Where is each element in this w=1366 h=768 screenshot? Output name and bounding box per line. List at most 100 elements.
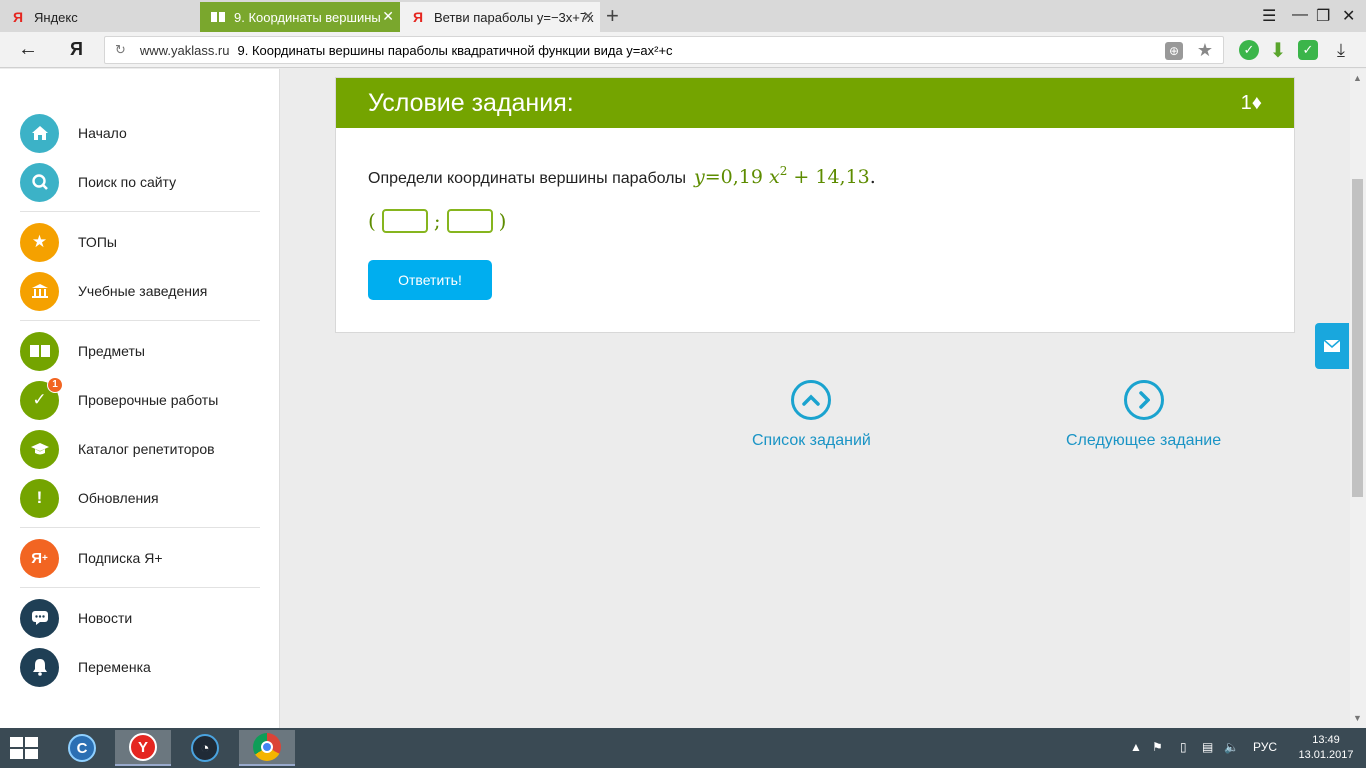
divider [20, 527, 260, 528]
translate-icon[interactable]: ⊕ [1165, 42, 1183, 60]
tab-title: Яндекс [34, 9, 78, 25]
tray-expand-icon[interactable]: ▲ [1130, 740, 1142, 754]
search-icon [20, 162, 59, 202]
open-paren: ( [368, 209, 376, 233]
vertex-x-input[interactable] [381, 209, 428, 233]
tab-title: 9. Координаты вершины [234, 9, 381, 25]
sidebar-item-search[interactable]: Поиск по сайту [20, 162, 176, 202]
question-text: Определи координаты вершины параболы [368, 170, 686, 187]
book-icon [210, 9, 226, 25]
sidebar-item-label: Обновления [78, 490, 159, 506]
volume-icon[interactable]: 🔈 [1224, 740, 1239, 754]
check-extension-icon[interactable]: ✓ [1239, 40, 1259, 60]
tab-parabola[interactable]: Я Ветви параболы y=−3x+7x ✕ [400, 2, 600, 32]
downloads-icon[interactable]: ⤓ [1331, 40, 1351, 60]
sidebar-item-label: Проверочные работы [78, 392, 219, 408]
close-window-icon[interactable]: ✕ [1342, 6, 1355, 26]
sidebar-item-label: Переменка [78, 659, 151, 675]
answer-row: ( ; ) [368, 209, 506, 233]
windows-start-icon[interactable] [10, 737, 38, 759]
system-clock[interactable]: 13:49 13.01.2017 [1296, 733, 1356, 763]
task-title: Условие задания: [368, 88, 574, 117]
bookmark-star-icon[interactable]: ★ [1197, 40, 1213, 61]
restore-icon[interactable]: ❐ [1316, 6, 1330, 26]
chevron-right-icon[interactable] [1123, 380, 1164, 420]
close-icon[interactable]: ✕ [382, 8, 394, 25]
new-tab-button[interactable]: + [606, 4, 619, 28]
flag-icon[interactable]: ⚑ [1152, 740, 1163, 754]
sidebar-item-label: Подписка Я+ [78, 550, 163, 566]
language-indicator[interactable]: РУС [1253, 740, 1277, 754]
feedback-mail-button[interactable] [1315, 323, 1349, 369]
next-task-label[interactable]: Следующее задание [1066, 432, 1221, 450]
institution-icon [20, 271, 59, 311]
taskbar-app-chrome[interactable] [239, 730, 295, 766]
battery-icon[interactable]: ▯ [1180, 740, 1187, 754]
sidebar-item-institutions[interactable]: Учебные заведения [20, 271, 207, 311]
task-card: Условие задания: 1♦ Определи координаты … [335, 77, 1295, 333]
scroll-down-icon[interactable]: ▼ [1353, 713, 1362, 723]
url-page-title: 9. Координаты вершины параболы квадратич… [237, 42, 673, 58]
bell-icon [20, 647, 59, 687]
tab-title: Ветви параболы y=−3x+7x [434, 9, 594, 25]
back-arrow-icon[interactable]: ← [18, 38, 38, 61]
scroll-up-icon[interactable]: ▲ [1353, 73, 1362, 83]
next-task-link[interactable]: Следующее задание [1066, 380, 1221, 450]
tab-yaklass-active[interactable]: 9. Координаты вершины ✕ [200, 2, 400, 32]
reload-icon[interactable]: ↻ [115, 42, 126, 58]
book-icon [20, 331, 59, 371]
sidebar-item-news[interactable]: Новости [20, 598, 132, 638]
yandex-browser-icon: Y [129, 733, 157, 761]
browser-tab-bar: Я Яндекс 9. Координаты вершины ✕ Я Ветви… [0, 0, 1366, 32]
taskbar-app-speedtest[interactable]: ◔ [177, 730, 233, 766]
check-icon: ✓ 1 [20, 376, 63, 420]
vertex-y-input[interactable] [446, 209, 493, 233]
page-scrollbar[interactable]: ▲ ▼ [1350, 69, 1366, 728]
task-list-label[interactable]: Список заданий [752, 432, 871, 450]
chevron-up-icon[interactable] [791, 380, 832, 420]
task-header: Условие задания: 1♦ [336, 78, 1294, 128]
task-points: 1♦ [1240, 91, 1262, 114]
ya-plus-icon: Я + [20, 538, 59, 578]
url-field[interactable]: ↻ www.yaklass.ru 9. Координаты вершины п… [104, 36, 1224, 64]
sidebar-item-tutors[interactable]: Каталог репетиторов [20, 429, 215, 469]
taskbar-app-yandex-browser[interactable]: Y [115, 730, 171, 766]
sidebar-item-subjects[interactable]: Предметы [20, 331, 145, 371]
gauge-icon: ◔ [191, 734, 219, 762]
sidebar-item-tops[interactable]: ★ ТОПы [20, 222, 117, 262]
close-icon[interactable]: ✕ [582, 8, 594, 25]
download-arrow-icon[interactable]: ⬇ [1268, 40, 1288, 62]
menu-icon[interactable]: ☰ [1262, 6, 1276, 26]
submit-answer-button[interactable]: Ответить! [368, 260, 492, 300]
url-domain: www.yaklass.ru [139, 42, 230, 58]
taskbar-app-ccleaner[interactable]: C [54, 730, 110, 766]
scroll-thumb[interactable] [1352, 179, 1363, 497]
sidebar-item-break[interactable]: Переменка [20, 647, 151, 687]
sidebar-item-label: Поиск по сайту [78, 174, 177, 190]
windows-taskbar: C Y ◔ ▲ ⚑ ▯ ▤ 🔈 РУС 13:49 13.01.2017 [0, 728, 1366, 768]
close-paren: ) [498, 209, 507, 233]
network-icon[interactable]: ▤ [1202, 740, 1213, 754]
tab-yandex[interactable]: Я Яндекс [0, 2, 200, 32]
formula-exponent: 2 [779, 164, 788, 178]
yandex-home-icon[interactable]: Я [70, 39, 83, 60]
sidebar-item-home[interactable]: Начало [20, 113, 127, 153]
chrome-icon [253, 733, 281, 761]
sidebar: Начало Поиск по сайту ★ ТОПы Учебные зав… [0, 69, 280, 728]
star-icon: ★ [20, 222, 59, 262]
sidebar-item-label: ТОПы [78, 234, 117, 250]
shield-icon[interactable]: ✓ [1298, 40, 1318, 60]
envelope-icon [1323, 339, 1341, 352]
ccleaner-icon: C [68, 734, 96, 762]
sidebar-item-subscription[interactable]: Я + Подписка Я+ [20, 538, 163, 578]
minimize-icon[interactable]: — [1292, 6, 1308, 24]
separator: ; [433, 209, 441, 233]
formula-x: x [769, 166, 780, 188]
exclamation-icon: ! [20, 478, 59, 518]
task-list-link[interactable]: Список заданий [752, 380, 871, 450]
sidebar-item-label: Новости [78, 610, 133, 626]
address-bar: ← Я ↻ www.yaklass.ru 9. Координаты верши… [0, 32, 1366, 68]
sidebar-item-updates[interactable]: ! Обновления [20, 478, 159, 518]
clock-date: 13.01.2017 [1298, 749, 1354, 761]
sidebar-item-tests[interactable]: ✓ 1 Проверочные работы [20, 376, 219, 420]
